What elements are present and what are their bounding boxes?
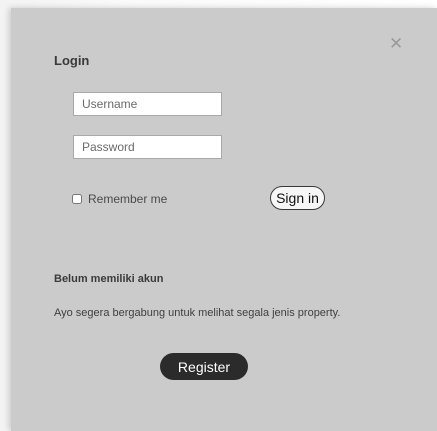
sign-in-button[interactable]: Sign in: [270, 186, 325, 210]
username-input[interactable]: [73, 92, 222, 116]
remember-me-label: Remember me: [88, 192, 168, 206]
modal-title: Login: [54, 53, 90, 68]
password-input[interactable]: [73, 135, 222, 159]
register-description: Ayo segera bergabung untuk melihat segal…: [54, 307, 341, 319]
login-modal: ✕ Login Remember me Sign in Belum memili…: [11, 8, 437, 431]
close-icon[interactable]: ✕: [389, 36, 403, 53]
register-button[interactable]: Register: [160, 353, 248, 380]
remember-me[interactable]: Remember me: [72, 192, 167, 206]
remember-me-checkbox[interactable]: [72, 194, 82, 204]
register-heading: Belum memiliki akun: [54, 273, 164, 285]
